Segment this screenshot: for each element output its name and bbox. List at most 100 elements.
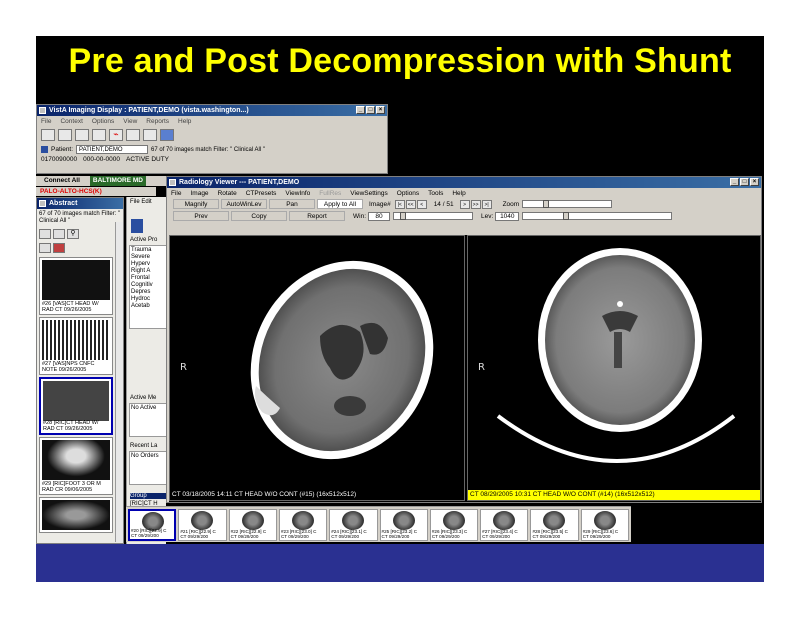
slider-knob[interactable] xyxy=(563,212,570,220)
radiology-viewer-window: Radiology Viewer --- PATIENT,DEMO _ □ × … xyxy=(166,176,762,503)
prev-image-button[interactable]: < xyxy=(416,199,427,209)
report-button[interactable]: Report xyxy=(289,211,345,221)
menu-options[interactable]: Options xyxy=(92,118,114,125)
menu-rotate[interactable]: Rotate xyxy=(218,190,237,197)
first-image-button[interactable]: |< xyxy=(394,199,405,209)
menu-file[interactable]: File xyxy=(171,190,181,197)
abstract-view-icon[interactable] xyxy=(41,129,55,141)
image-list-icon[interactable] xyxy=(58,129,72,141)
next-page-button[interactable]: >> xyxy=(470,199,481,209)
abstract-thumb[interactable] xyxy=(39,497,113,533)
menu-viewsettings[interactable]: ViewSettings xyxy=(350,190,387,197)
viewport-post[interactable]: R CT 08/29/2005 10:31 CT HEAD W/O CONT (… xyxy=(467,235,761,501)
close-button[interactable]: × xyxy=(376,106,385,114)
tools-icon[interactable] xyxy=(143,129,157,141)
site-baltimore[interactable]: BALTIMORE MD xyxy=(89,176,146,186)
window-value[interactable]: 80 xyxy=(368,211,390,221)
people-icon[interactable] xyxy=(53,243,65,253)
report-icon[interactable] xyxy=(126,129,140,141)
magnify-button[interactable]: Magnify xyxy=(173,199,219,209)
stack-icon[interactable] xyxy=(92,129,106,141)
menu-reports[interactable]: Reports xyxy=(146,118,169,125)
last-image-button[interactable]: >| xyxy=(481,199,492,209)
level-value[interactable]: 1040 xyxy=(495,211,520,221)
menu-help[interactable]: Help xyxy=(178,118,191,125)
list-item: Trauma xyxy=(131,247,152,253)
minimize-button[interactable]: _ xyxy=(356,106,365,114)
abstract-thumb-selected[interactable]: #28 [RIC]CT HEAD W/ RAD CT 09/26/2005 xyxy=(39,377,113,435)
strip-thumb[interactable]: #23 [RIC][23.0] C CT 09/29/200 xyxy=(278,509,328,541)
app-icon xyxy=(169,179,176,186)
strip-thumb[interactable]: #20 [RIC][22.9] C CT 09/29/200 xyxy=(128,509,177,541)
thumb-caption: #25 [RIC][23.2] C CT 09/29/200 xyxy=(381,529,418,539)
patient-info-row: 0170090000 000-00-0000 ACTIVE DUTY xyxy=(37,155,387,165)
menu-help[interactable]: Help xyxy=(452,190,465,197)
abstract-thumb[interactable]: #27 [VAS]NPS CNFC NOTE 09/26/2005 xyxy=(39,317,113,375)
strip-thumb[interactable]: #22 [RIC][22.9] C CT 09/29/200 xyxy=(228,509,277,541)
next-image-button[interactable]: > xyxy=(459,199,470,209)
active-meds-list[interactable]: No Active xyxy=(129,403,166,437)
prev-page-button[interactable]: << xyxy=(405,199,416,209)
strip-thumb[interactable]: #25 [RIC][23.2] C CT 09/29/200 xyxy=(379,509,428,541)
abstract-titlebar[interactable]: Abstract xyxy=(37,198,123,209)
abstract-scrollbar[interactable] xyxy=(115,222,123,542)
patient-field[interactable]: PATIENT,DEMO xyxy=(76,145,149,154)
list-item: Acetab xyxy=(131,303,150,309)
window-slider[interactable] xyxy=(393,212,473,220)
strip-thumb[interactable]: #28 [RIC][23.5] C CT 09/29/200 xyxy=(530,509,579,541)
level-slider[interactable] xyxy=(522,212,673,220)
slider-knob[interactable] xyxy=(543,200,550,208)
book-icon[interactable] xyxy=(39,229,51,239)
vitals-icon[interactable]: ⌁ xyxy=(109,129,123,141)
search-icon[interactable]: ⚲ xyxy=(67,229,79,239)
menu-context[interactable]: Context xyxy=(60,118,82,125)
shunt-catheter xyxy=(617,301,623,307)
grid-icon[interactable] xyxy=(75,129,89,141)
menu-ctpresets[interactable]: CTPresets xyxy=(246,190,277,197)
strip-thumb[interactable]: #24 [RIC][23.1] C CT 09/29/200 xyxy=(329,509,378,541)
strip-thumb[interactable]: #27 [RIC][23.4] C CT 09/29/200 xyxy=(480,509,529,541)
minimize-button[interactable]: _ xyxy=(730,178,739,186)
recent-labs-list[interactable]: No Orders xyxy=(129,451,166,485)
strip-thumb[interactable]: #26 [RIC][23.3] C CT 09/29/200 xyxy=(429,509,479,541)
viewport-pre[interactable]: R CT 03/18/2005 14:11 CT HEAD W/O CONT (… xyxy=(169,235,465,501)
strip-thumb[interactable]: #29 [RIC][23.6] C CT 09/29/200 xyxy=(580,509,630,541)
autowinlev-button[interactable]: AutoWinLev xyxy=(221,199,267,209)
strip-thumb[interactable]: #21 [RIC][22.9] C CT 09/29/200 xyxy=(178,509,227,541)
magnify-icon[interactable] xyxy=(39,243,51,253)
vista-titlebar[interactable]: VistA Imaging Display : PATIENT,DEMO (vi… xyxy=(37,105,387,116)
clinical-panel: File Edit Active Pro Trauma Severe Hyper… xyxy=(126,197,166,544)
menu-fullres[interactable]: FullRes xyxy=(319,190,341,197)
abstract-thumb[interactable]: #29 [RIC]FOOT 3 OR M RAD CR 09/06/2005 xyxy=(39,437,113,495)
scan-thumb xyxy=(392,511,415,530)
thumb-caption: #22 [RIC][22.9] C CT 09/29/200 xyxy=(230,529,267,539)
abstract-thumb[interactable]: #26 [VAS]CT HEAD W/ RAD CT 09/26/2005 xyxy=(39,257,113,315)
ventricle xyxy=(614,332,622,368)
active-meds-label: Active Me xyxy=(130,395,157,401)
menu-options[interactable]: Options xyxy=(397,190,419,197)
menu-image[interactable]: Image xyxy=(190,190,208,197)
folder-icon[interactable] xyxy=(53,229,65,239)
zoom-label: Zoom xyxy=(502,200,520,208)
slider-knob[interactable] xyxy=(400,212,406,220)
maximize-button[interactable]: □ xyxy=(740,178,749,186)
pan-button[interactable]: Pan xyxy=(269,199,315,209)
viewport-caption-post: CT 08/29/2005 10:31 CT HEAD W/O CONT (#1… xyxy=(468,490,760,500)
close-button[interactable]: × xyxy=(750,178,759,186)
menu-view[interactable]: View xyxy=(123,118,137,125)
connect-all-button[interactable]: Connect All xyxy=(44,176,80,186)
site-palo-alto[interactable]: PALO-ALTO-HCS(K) xyxy=(36,187,156,196)
maximize-button[interactable]: □ xyxy=(366,106,375,114)
copy-button[interactable]: Copy xyxy=(231,211,287,221)
viewer-titlebar[interactable]: Radiology Viewer --- PATIENT,DEMO _ □ × xyxy=(167,177,761,188)
active-problems-list[interactable]: Trauma Severe Hyperv Right A Frontal Cog… xyxy=(129,245,166,329)
radiology-viewer-icon[interactable] xyxy=(160,129,174,141)
prev-button[interactable]: Prev xyxy=(173,211,229,221)
menu-viewinfo[interactable]: ViewInfo xyxy=(285,190,310,197)
menu-file[interactable]: File xyxy=(41,118,51,125)
menu-tools[interactable]: Tools xyxy=(428,190,443,197)
zoom-slider[interactable] xyxy=(522,200,613,208)
orientation-marker: R xyxy=(478,362,485,373)
apply-to-all-button[interactable]: Apply to All xyxy=(317,199,363,209)
scan-thumb xyxy=(342,511,365,530)
